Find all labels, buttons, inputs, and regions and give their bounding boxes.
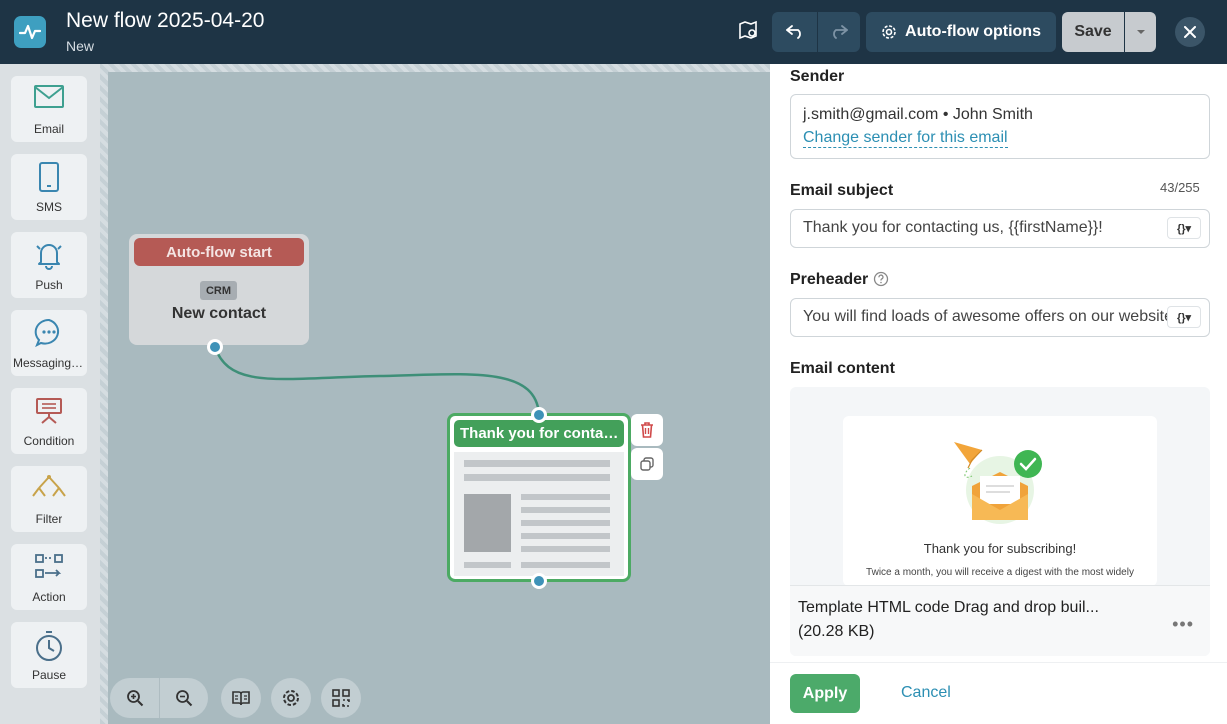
subject-variable-button[interactable]: {}▾ — [1167, 217, 1201, 239]
email-output-port[interactable] — [531, 573, 547, 589]
subject-char-counter: 43/255 — [1160, 180, 1200, 195]
subject-label: Email subject — [790, 182, 894, 199]
content-label: Email content — [790, 360, 895, 377]
delete-node-button[interactable] — [631, 414, 663, 446]
start-node-header: Auto-flow start — [134, 238, 304, 266]
cancel-button[interactable]: Cancel — [901, 684, 951, 702]
template-info-bar: Template HTML code Drag and drop buil...… — [790, 585, 1210, 656]
preheader-variable-button[interactable]: {}▾ — [1167, 306, 1201, 328]
template-size: (20.28 KB) — [798, 623, 875, 640]
copy-icon — [640, 457, 654, 471]
grid-map-icon — [332, 689, 350, 707]
preheader-input[interactable]: You will find loads of awesome offers on… — [790, 298, 1210, 337]
sender-box: j.smith@gmail.com • John Smith Change se… — [790, 94, 1210, 159]
preview-title: Thank you for subscribing! — [923, 541, 1077, 556]
email-node-thumbnail — [454, 452, 624, 576]
start-output-port[interactable] — [207, 339, 223, 355]
template-preview: Thank you for subscribing! Twice a month… — [843, 416, 1157, 586]
email-content-preview[interactable]: Thank you for subscribing! Twice a month… — [790, 387, 1210, 656]
zoom-in-icon — [126, 690, 143, 707]
panel-footer: Apply Cancel — [770, 662, 1227, 724]
zoom-in-button[interactable] — [111, 689, 159, 707]
book-icon — [232, 691, 250, 706]
trash-icon — [641, 422, 653, 438]
zoom-out-button[interactable] — [160, 689, 208, 707]
change-sender-link[interactable]: Change sender for this email — [803, 129, 1008, 148]
guide-button[interactable] — [221, 678, 261, 718]
preheader-value: You will find loads of awesome offers on… — [803, 308, 1168, 325]
more-options-icon[interactable]: ••• — [1172, 614, 1194, 635]
gear-icon — [283, 690, 299, 706]
minimap-button[interactable] — [321, 678, 361, 718]
start-node-label: New contact — [171, 305, 267, 322]
canvas-settings-button[interactable] — [271, 678, 311, 718]
email-node-header: Thank you for contacting us — [454, 420, 624, 447]
help-icon[interactable] — [873, 271, 889, 292]
preheader-label: Preheader — [790, 271, 869, 288]
sender-value: j.smith@gmail.com • John Smith — [803, 106, 1033, 123]
envelope-illustration-icon — [954, 442, 1042, 524]
crm-badge: CRM — [200, 281, 237, 300]
zoom-controls — [110, 678, 208, 718]
duplicate-node-button[interactable] — [631, 448, 663, 480]
subject-value: Thank you for contacting us, {{firstName… — [803, 219, 1103, 236]
sender-label: Sender — [790, 68, 845, 85]
preview-text: Twice a month, you will receive a digest… — [866, 567, 1134, 578]
auto-flow-start-node[interactable]: Auto-flow start CRM New contact — [129, 234, 309, 345]
apply-button[interactable]: Apply — [790, 674, 860, 713]
email-node[interactable]: Thank you for contacting us — [447, 413, 631, 582]
subject-input[interactable]: Thank you for contacting us, {{firstName… — [790, 209, 1210, 248]
email-input-port[interactable] — [531, 407, 547, 423]
template-name: Template HTML code Drag and drop buil... — [798, 599, 1099, 616]
zoom-out-icon — [175, 690, 192, 707]
